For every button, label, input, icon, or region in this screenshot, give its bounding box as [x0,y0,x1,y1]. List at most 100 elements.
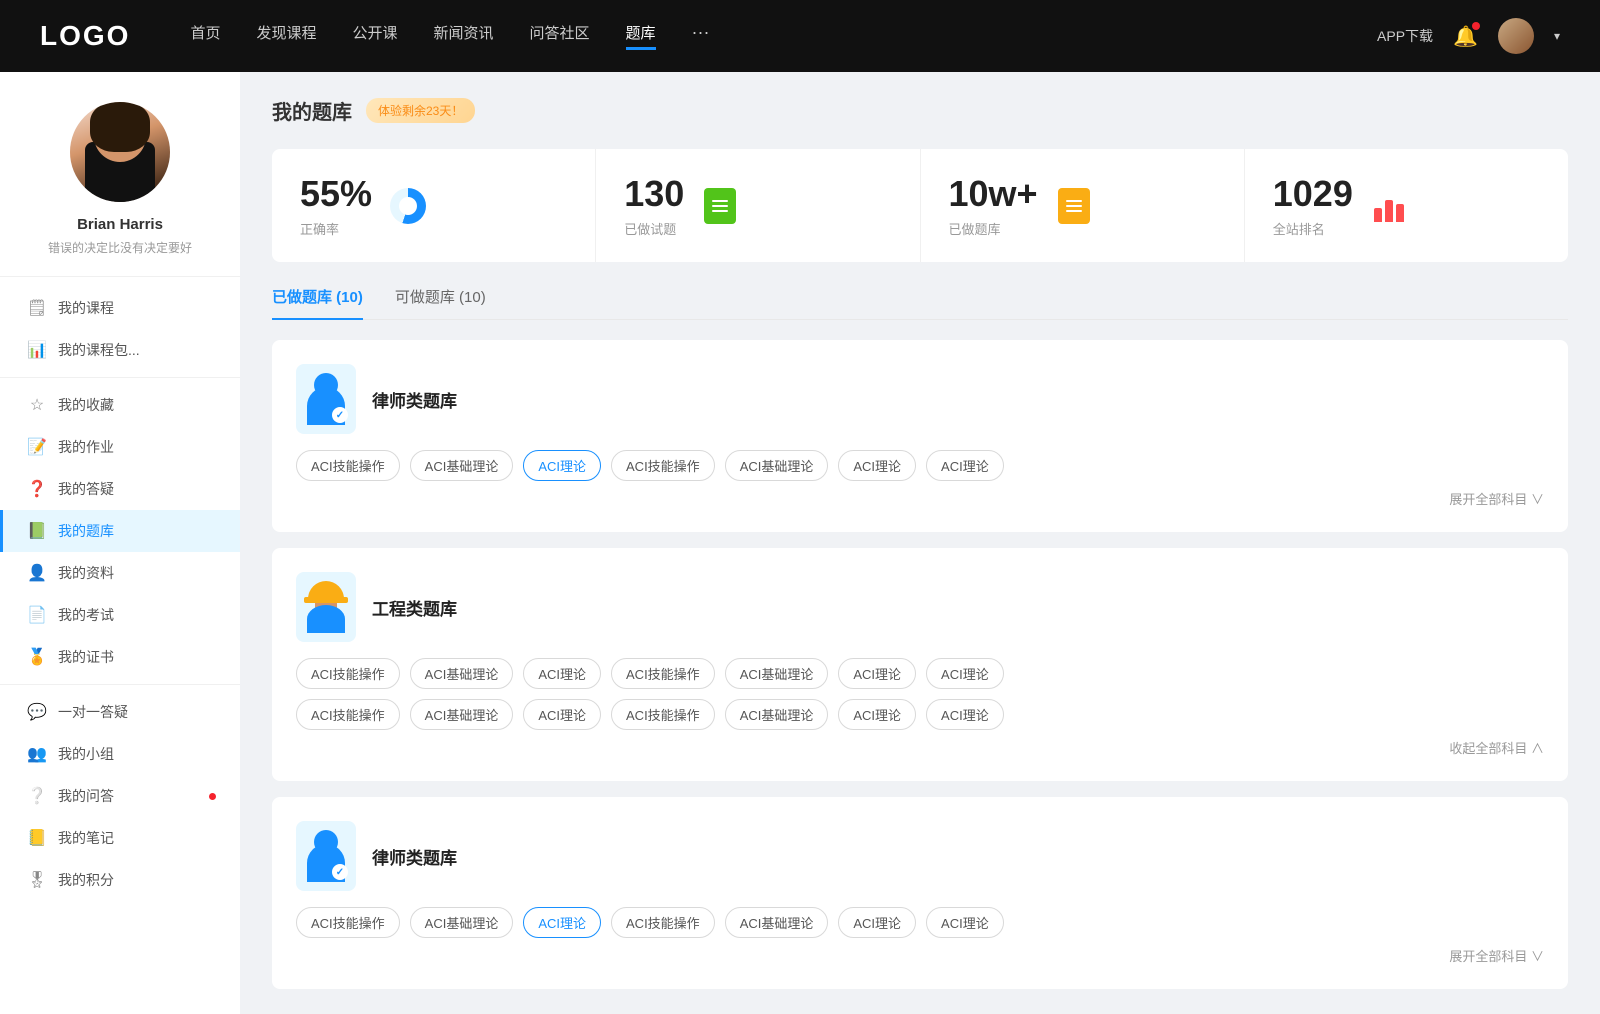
tag-item[interactable]: ACI理论 [523,658,601,689]
sidebar-label: 我的课程包... [58,340,140,360]
nav-link-home[interactable]: 首页 [190,22,220,50]
notebook-icon [1054,186,1094,226]
collapse-link-engineer[interactable]: 收起全部科目 ∧ [296,738,1544,757]
tag-row-lawyer-1: ACI技能操作 ACI基础理论 ACI理论 ACI技能操作 ACI基础理论 AC… [296,450,1544,481]
bank-card-engineer: 工程类题库 ACI技能操作 ACI基础理论 ACI理论 ACI技能操作 ACI基… [272,548,1568,781]
sidebar-item-exam[interactable]: 📄 我的考试 [0,594,240,636]
rank-number: 1029 [1273,173,1353,215]
answers-icon: ❔ [28,787,46,805]
sidebar-label: 我的笔记 [58,828,114,848]
tag-item[interactable]: ACI基础理论 [725,658,829,689]
tag-item[interactable]: ACI技能操作 [611,658,715,689]
courses-icon: 🗒 [28,299,46,317]
tag-item[interactable]: ACI理论 [926,699,1004,730]
tag-row-engineer-1: ACI技能操作 ACI基础理论 ACI理论 ACI技能操作 ACI基础理论 AC… [296,658,1544,689]
tag-item[interactable]: ACI理论 [926,658,1004,689]
tab-available[interactable]: 可做题库 (10) [395,286,486,319]
chart-bar-icon [1369,186,1409,226]
expand-link-lawyer-1[interactable]: 展开全部科目 ∨ [296,489,1544,508]
notes-icon: 📒 [28,829,46,847]
stat-accuracy: 55% 正确率 [272,149,596,262]
stat-rank: 1029 全站排名 [1245,149,1568,262]
bank-title-lawyer-2: 律师类题库 [372,844,457,869]
sidebar-item-group[interactable]: 👥 我的小组 [0,733,240,775]
tag-item[interactable]: ACI技能操作 [296,907,400,938]
sidebar-item-questions[interactable]: ❓ 我的答疑 [0,468,240,510]
stats-row: 55% 正确率 130 已做试题 10w+ [272,149,1568,262]
sidebar-item-course-package[interactable]: 📊 我的课程包... [0,329,240,371]
bank-icon: 📗 [28,522,46,540]
sidebar-item-certificate[interactable]: 🏅 我的证书 [0,636,240,678]
tag-item[interactable]: ACI基础理论 [725,450,829,481]
tag-item[interactable]: ACI基础理论 [410,699,514,730]
question-icon: ❓ [28,480,46,498]
tag-item[interactable]: ACI技能操作 [296,450,400,481]
nav-link-open[interactable]: 公开课 [352,22,397,50]
group-icon: 👥 [28,745,46,763]
tag-item[interactable]: ACI基础理论 [725,699,829,730]
sidebar-item-my-courses[interactable]: 🗒 我的课程 [0,287,240,329]
tag-row-engineer-2: ACI技能操作 ACI基础理论 ACI理论 ACI技能操作 ACI基础理论 AC… [296,699,1544,730]
sidebar-item-tutor[interactable]: 💬 一对一答疑 [0,691,240,733]
package-icon: 📊 [28,341,46,359]
rank-label: 全站排名 [1273,219,1353,238]
logo: LOGO [40,20,130,52]
sidebar-item-homework[interactable]: 📝 我的作业 [0,426,240,468]
sidebar-item-notes[interactable]: 📒 我的笔记 [0,817,240,859]
nav-link-news[interactable]: 新闻资讯 [434,22,494,50]
sidebar-item-points[interactable]: 🎖 我的积分 [0,859,240,901]
nav-link-bank[interactable]: 题库 [626,22,656,50]
sidebar: Brian Harris 错误的决定比没有决定要好 🗒 我的课程 📊 我的课程包… [0,72,240,1014]
sidebar-item-answers[interactable]: ❔ 我的问答 [0,775,240,817]
navbar: LOGO 首页 发现课程 公开课 新闻资讯 问答社区 题库 ··· APP下载 … [0,0,1600,72]
nav-link-qa[interactable]: 问答社区 [530,22,590,50]
notification-dot [1472,22,1480,30]
app-download-button[interactable]: APP下载 [1377,26,1433,46]
sidebar-item-bank[interactable]: 📗 我的题库 [0,510,240,552]
chevron-down-icon[interactable]: ▾ [1554,29,1560,43]
sidebar-item-favorites[interactable]: ☆ 我的收藏 [0,384,240,426]
tag-item[interactable]: ACI技能操作 [296,658,400,689]
page-title-row: 我的题库 体验剩余23天！ [272,96,1568,125]
sidebar-label: 我的证书 [58,647,114,667]
stat-done-banks: 10w+ 已做题库 [921,149,1245,262]
tag-item[interactable]: ACI基础理论 [725,907,829,938]
bank-list: ✓ 律师类题库 ACI技能操作 ACI基础理论 ACI理论 ACI技能操作 AC… [272,340,1568,990]
stat-done-questions-group: 130 已做试题 [624,173,684,238]
tag-item[interactable]: ACI理论 [838,907,916,938]
notification-bell[interactable]: 🔔 [1453,24,1478,49]
nav-more-icon[interactable]: ··· [692,22,710,50]
lawyer-bank-icon: ✓ [296,364,356,434]
tag-item[interactable]: ACI理论 [926,450,1004,481]
expand-link-lawyer-2[interactable]: 展开全部科目 ∨ [296,946,1544,965]
nav-link-courses[interactable]: 发现课程 [256,22,316,50]
sidebar-menu: 🗒 我的课程 📊 我的课程包... ☆ 我的收藏 📝 我的作业 ❓ 我的答疑 � [0,277,240,911]
tag-item[interactable]: ACI技能操作 [611,907,715,938]
done-banks-label: 已做题库 [949,219,1038,238]
tag-item[interactable]: ACI基础理论 [410,658,514,689]
page-title: 我的题库 [272,96,352,125]
tag-item[interactable]: ACI理论 [838,699,916,730]
sidebar-label: 我的题库 [58,521,114,541]
tag-item[interactable]: ACI技能操作 [611,699,715,730]
tag-item[interactable]: ACI基础理论 [410,450,514,481]
sidebar-label: 我的课程 [58,298,114,318]
tag-item[interactable]: ACI技能操作 [296,699,400,730]
tag-item-active-2[interactable]: ACI理论 [523,907,601,938]
tag-item-active[interactable]: ACI理论 [523,450,601,481]
tag-item[interactable]: ACI理论 [838,450,916,481]
profile-name: Brian Harris [77,216,163,233]
tag-item[interactable]: ACI理论 [523,699,601,730]
tag-item[interactable]: ACI理论 [838,658,916,689]
sidebar-label: 我的收藏 [58,395,114,415]
tag-item[interactable]: ACI基础理论 [410,907,514,938]
tag-item[interactable]: ACI技能操作 [611,450,715,481]
tab-done[interactable]: 已做题库 (10) [272,286,363,319]
points-icon: 🎖 [28,871,46,889]
tag-item[interactable]: ACI理论 [926,907,1004,938]
avatar[interactable] [1498,18,1534,54]
bank-title-engineer: 工程类题库 [372,595,457,620]
doc-icon [700,186,740,226]
sidebar-item-profile[interactable]: 👤 我的资料 [0,552,240,594]
sidebar-label: 我的资料 [58,563,114,583]
